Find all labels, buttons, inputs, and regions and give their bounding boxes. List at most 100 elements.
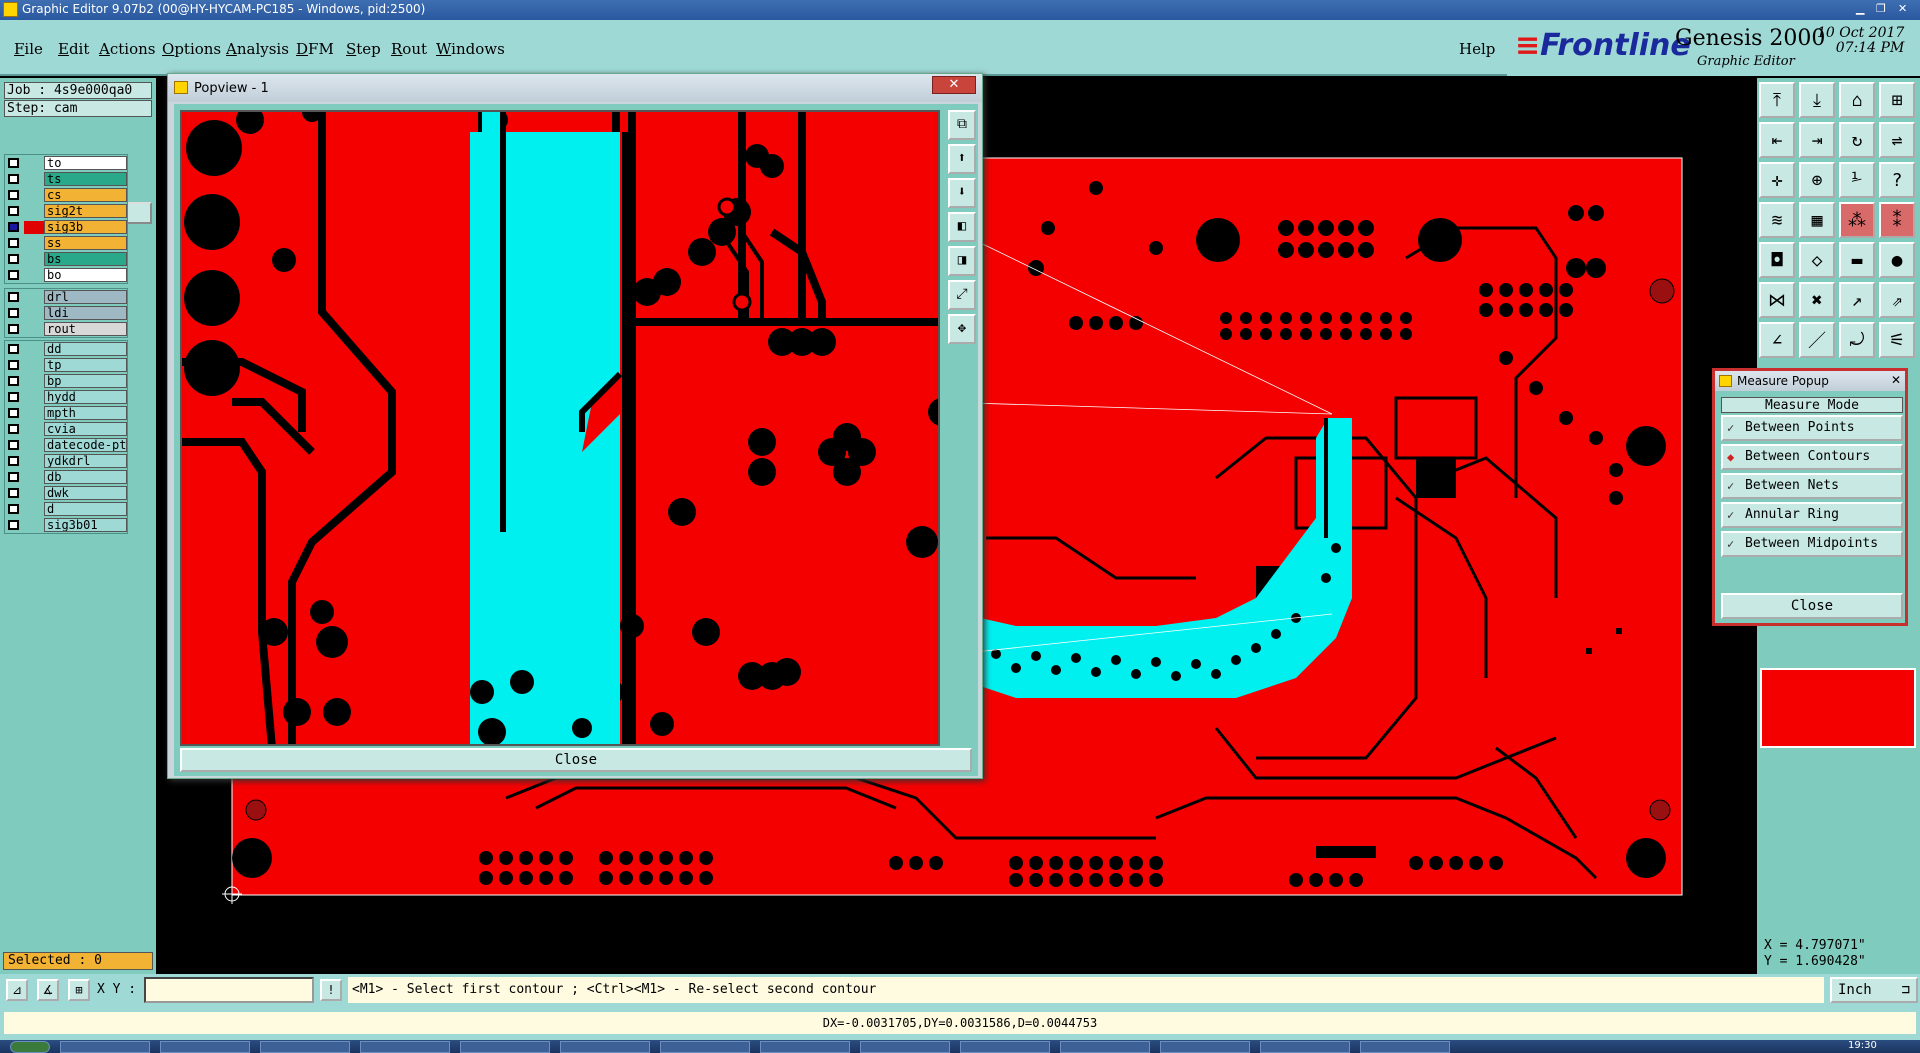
close-window-button[interactable]: ✕: [1898, 2, 1907, 15]
layer-row[interactable]: hydd: [5, 389, 127, 405]
taskbar-app[interactable]: [760, 1041, 850, 1053]
taskbar-app[interactable]: [1060, 1041, 1150, 1053]
layer-checkbox[interactable]: [8, 308, 19, 318]
taskbar-app[interactable]: [60, 1041, 150, 1053]
arc-icon[interactable]: ⤾: [1839, 322, 1875, 358]
layer-checkbox[interactable]: [8, 504, 19, 514]
layer-checkbox[interactable]: [8, 440, 19, 450]
pan-right-icon[interactable]: ⇥: [1799, 122, 1835, 158]
taskbar-app[interactable]: [960, 1041, 1050, 1053]
layer-row[interactable]: ldi: [5, 305, 127, 321]
measure-icon[interactable]: ∠: [1759, 322, 1795, 358]
measure-between-contours-option[interactable]: ◆ Between Contours: [1721, 444, 1903, 470]
popview-tool-button[interactable]: ◧: [948, 212, 976, 242]
menu-options[interactable]: Options: [162, 40, 221, 58]
layer-row[interactable]: bo: [5, 267, 127, 283]
xy-input[interactable]: [144, 977, 314, 1003]
connect-icon[interactable]: ⋈: [1759, 282, 1795, 318]
angle-mode-icon[interactable]: ∡: [37, 979, 59, 1001]
layer-checkbox[interactable]: [8, 254, 19, 264]
delete-icon[interactable]: ✖: [1799, 282, 1835, 318]
layer-row[interactable]: rout: [5, 321, 127, 337]
popview-tool-button[interactable]: ◨: [948, 246, 976, 276]
menu-step[interactable]: Step: [346, 40, 381, 58]
layer-row[interactable]: dwk: [5, 485, 127, 501]
menu-file[interactable]: File: [14, 40, 43, 58]
layer-checkbox[interactable]: [8, 206, 19, 216]
layer-row[interactable]: tp: [5, 357, 127, 373]
menu-windows[interactable]: Windows: [436, 40, 505, 58]
layer-checkbox[interactable]: [8, 408, 19, 418]
layer-row[interactable]: bs: [5, 251, 127, 267]
layer-row[interactable]: cvia: [5, 421, 127, 437]
home-icon[interactable]: ⌂: [1839, 82, 1875, 118]
measure-close-button[interactable]: Close: [1721, 593, 1903, 619]
taskbar-app[interactable]: [360, 1041, 450, 1053]
component-icon[interactable]: ⁑: [1879, 202, 1915, 238]
menu-dfm[interactable]: DFM: [296, 40, 334, 58]
menu-actions[interactable]: Actions: [99, 40, 155, 58]
layer-checkbox[interactable]: [8, 190, 19, 200]
popview-drawing[interactable]: [182, 112, 940, 746]
select-icon[interactable]: ◘: [1759, 242, 1795, 278]
menu-edit[interactable]: Edit: [58, 40, 89, 58]
menu-help[interactable]: Help: [1459, 40, 1495, 58]
measure-between-midpoints-option[interactable]: ✓ Between Midpoints: [1721, 531, 1903, 557]
taskbar-app[interactable]: [260, 1041, 350, 1053]
popview-tool-button[interactable]: ⬇: [948, 178, 976, 208]
layer-row[interactable]: to: [5, 155, 127, 171]
info-icon[interactable]: !: [320, 979, 342, 1001]
taskbar-app[interactable]: [460, 1041, 550, 1053]
layer-row[interactable]: datecode-ptc: [5, 437, 127, 453]
layer-checkbox[interactable]: [8, 270, 19, 280]
menu-rout[interactable]: Rout: [391, 40, 427, 58]
unit-selector[interactable]: Inch ⊐: [1830, 977, 1918, 1003]
layer-checkbox[interactable]: [8, 292, 19, 302]
popview-title-bar[interactable]: Popview - 1: [168, 74, 982, 102]
popview-tool-button[interactable]: ⧉: [948, 110, 976, 140]
measure-between-nets-option[interactable]: ✓ Between Nets: [1721, 473, 1903, 499]
layer-row-active[interactable]: sig3b: [5, 219, 127, 235]
zoom-home-icon[interactable]: ⤒: [1759, 82, 1795, 118]
layer-checkbox[interactable]: [8, 222, 19, 232]
layer-checkbox[interactable]: [8, 472, 19, 482]
line-width-icon[interactable]: ▬: [1839, 242, 1875, 278]
layer-row[interactable]: ts: [5, 171, 127, 187]
popview-tool-button[interactable]: ⬆: [948, 144, 976, 174]
help-icon[interactable]: ?: [1879, 162, 1915, 198]
overview-thumbnail[interactable]: [1760, 668, 1916, 748]
zoom-in-icon[interactable]: ⊕: [1799, 162, 1835, 198]
draw-line-icon[interactable]: ／: [1799, 322, 1835, 358]
popview-pan-button[interactable]: ✥: [948, 314, 976, 344]
snap-icon[interactable]: ⇌: [1879, 122, 1915, 158]
layer-checkbox[interactable]: [8, 488, 19, 498]
layer-row[interactable]: bp: [5, 373, 127, 389]
copy-icon[interactable]: ⇗: [1879, 282, 1915, 318]
layer-row[interactable]: ydkdrl: [5, 453, 127, 469]
measure-close-x-button[interactable]: ✕: [1891, 373, 1901, 387]
layer-row[interactable]: d: [5, 501, 127, 517]
measure-title-bar[interactable]: Measure Popup ✕: [1715, 371, 1905, 391]
net-icon[interactable]: ⁂: [1839, 202, 1875, 238]
taskbar-app[interactable]: [1160, 1041, 1250, 1053]
popview-close-x-button[interactable]: ✕: [932, 76, 976, 94]
grid-mode-icon[interactable]: ⊞: [68, 979, 90, 1001]
layer-row[interactable]: db: [5, 469, 127, 485]
taskbar-app[interactable]: [860, 1041, 950, 1053]
grid-icon[interactable]: ⊞: [1879, 82, 1915, 118]
restore-button[interactable]: ❐: [1876, 2, 1886, 15]
layer-icon[interactable]: ≋: [1759, 202, 1795, 238]
redraw-icon[interactable]: ↻: [1839, 122, 1875, 158]
layer-checkbox[interactable]: [8, 456, 19, 466]
popview-close-button[interactable]: Close: [180, 748, 972, 772]
taskbar-app[interactable]: [1360, 1041, 1450, 1053]
start-button[interactable]: [10, 1041, 50, 1053]
layer-checkbox[interactable]: [8, 344, 19, 354]
layer-row[interactable]: mpth: [5, 405, 127, 421]
layer-row[interactable]: ss: [5, 235, 127, 251]
layer-checkbox[interactable]: [8, 520, 19, 530]
layer-checkbox[interactable]: [8, 360, 19, 370]
table-icon[interactable]: ▦: [1799, 202, 1835, 238]
pad-icon[interactable]: ●: [1879, 242, 1915, 278]
layer-checkbox[interactable]: [8, 158, 19, 168]
